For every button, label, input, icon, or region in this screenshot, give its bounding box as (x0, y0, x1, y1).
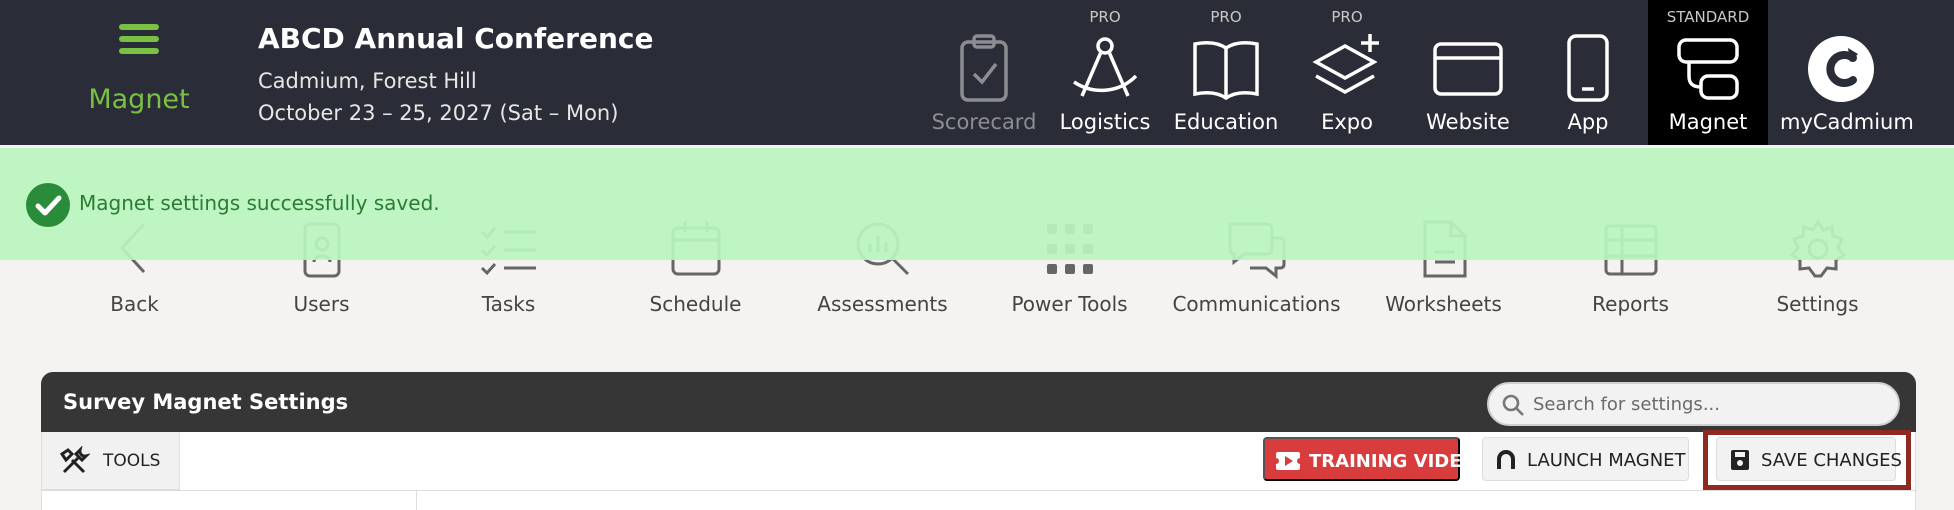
save-changes-button[interactable]: SAVE CHANGES (1716, 437, 1902, 481)
panel-header: Survey Magnet Settings (41, 372, 1916, 432)
event-dates: October 23 – 25, 2027 (Sat – Mon) (258, 101, 619, 125)
topnav-tier: PRO (1210, 8, 1242, 26)
smartphone-icon (1567, 34, 1609, 102)
event-title: ABCD Annual Conference (258, 22, 654, 55)
event-info: ABCD Annual Conference Cadmium, Forest H… (258, 22, 653, 129)
clipboard-check-icon (960, 34, 1008, 102)
subnav-label: Assessments (817, 292, 948, 316)
save-changes-label: SAVE CHANGES (1761, 450, 1902, 471)
open-book-icon (1193, 41, 1259, 101)
toast-message: Magnet settings successfully saved. (79, 191, 440, 215)
tools-icon (59, 446, 90, 474)
tools-label: TOOLS (103, 451, 161, 471)
topnav-label: myCadmium (1780, 110, 1914, 134)
browser-window-icon (1433, 42, 1503, 96)
divider (416, 490, 417, 510)
panel-title: Survey Magnet Settings (63, 390, 349, 414)
topnav-tier: PRO (1331, 8, 1363, 26)
save-highlight: SAVE CHANGES (1703, 430, 1911, 490)
topnav-scorecard[interactable]: Scorecard (924, 0, 1044, 145)
launch-magnet-button[interactable]: LAUNCH MAGNET (1482, 437, 1689, 481)
tools-button[interactable]: TOOLS (42, 432, 180, 490)
check-circle-icon (26, 183, 70, 227)
topnav-tier: STANDARD (1666, 8, 1750, 26)
topnav-label: Education (1173, 110, 1279, 134)
topnav-magnet[interactable]: STANDARD Magnet (1648, 0, 1768, 145)
search-input[interactable] (1533, 391, 1883, 417)
subnav-label: Back (110, 292, 159, 316)
topnav-label: App (1567, 110, 1609, 134)
subnav-label: Settings (1776, 292, 1859, 316)
settings-search[interactable] (1487, 382, 1900, 426)
divider (42, 490, 1917, 491)
floppy-disk-icon (1731, 450, 1749, 470)
subnav-label: Users (293, 292, 350, 316)
topnav-mycadmium[interactable]: myCadmium (1780, 0, 1914, 145)
cadmium-logo-icon (1808, 36, 1874, 102)
topnav-logistics[interactable]: PRO Logistics (1045, 0, 1165, 145)
success-toast: Magnet settings successfully saved. (0, 148, 1954, 260)
subnav-label: Reports (1592, 292, 1669, 316)
subnav-label: Worksheets (1385, 292, 1502, 316)
topnav-tier: PRO (1089, 8, 1121, 26)
topnav-expo[interactable]: PRO Expo (1287, 0, 1407, 145)
topnav-website[interactable]: Website (1408, 0, 1528, 145)
compass-icon (1073, 37, 1138, 97)
hamburger-menu-icon[interactable] (117, 20, 161, 58)
panel-toolbar: TOOLS TRAINING VIDEO LAUNCH MAGNET SAVE … (41, 430, 1917, 510)
subnav-label: Tasks (481, 292, 536, 316)
launch-magnet-label: LAUNCH MAGNET (1527, 450, 1686, 471)
subnav-label: Power Tools (1011, 292, 1128, 316)
top-bar: Magnet ABCD Annual Conference Cadmium, F… (0, 0, 1954, 145)
topnav-label: Expo (1321, 110, 1373, 134)
search-icon (1502, 394, 1524, 416)
brand-name: Magnet (88, 84, 190, 115)
layers-plus-icon (1312, 34, 1379, 94)
training-video-label: TRAINING VIDEO (1309, 451, 1477, 472)
training-video-button[interactable]: TRAINING VIDEO (1263, 437, 1477, 481)
subnav-label: Communications (1172, 292, 1341, 316)
topnav-label: Logistics (1059, 110, 1151, 134)
magnet-icon (1497, 450, 1515, 469)
brand-menu[interactable]: Magnet (64, 20, 214, 115)
event-location: Cadmium, Forest Hill (258, 69, 477, 93)
video-ticket-icon (1275, 452, 1301, 470)
magnet-app-icon (1677, 38, 1739, 100)
topnav-label: Scorecard (931, 110, 1037, 134)
topnav-app[interactable]: App (1528, 0, 1648, 145)
topnav-label: Website (1426, 110, 1510, 134)
subnav-label: Schedule (649, 292, 742, 316)
topnav-label: Magnet (1668, 110, 1748, 134)
topnav-education[interactable]: PRO Education (1166, 0, 1286, 145)
